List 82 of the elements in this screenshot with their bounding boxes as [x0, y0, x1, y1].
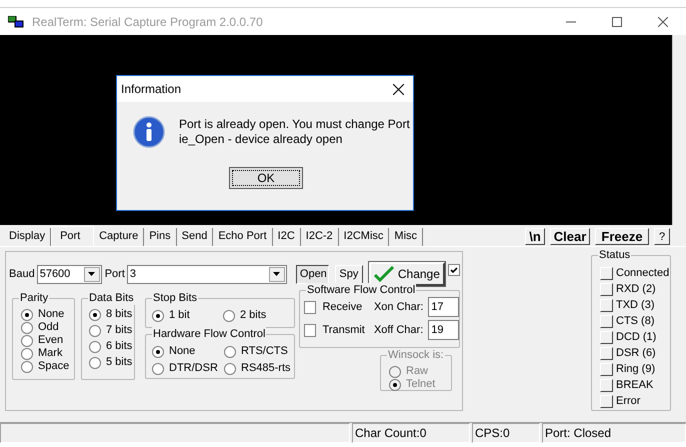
status-text: Char Count:0 [352, 423, 470, 443]
radio-button[interactable] [89, 308, 101, 320]
radio-button[interactable] [89, 340, 101, 352]
information-icon [133, 116, 165, 148]
status-text: CPS:0 [472, 423, 540, 443]
radio-label: 1 bit [169, 308, 190, 324]
input-field[interactable]: 17 [428, 297, 459, 317]
radio-label: RS485-rts [241, 361, 291, 376]
radio-button[interactable] [89, 356, 101, 368]
radio-button[interactable] [89, 324, 101, 336]
radio-button[interactable] [223, 310, 235, 322]
message-text: ie_Open - device already open [179, 132, 344, 147]
radio-label: Odd [38, 320, 59, 335]
group-title: Parity [19, 291, 50, 305]
radio-button[interactable] [224, 346, 236, 358]
close-icon [392, 84, 404, 94]
input-field[interactable]: 19 [428, 320, 459, 340]
radio-button[interactable] [21, 322, 33, 334]
status-text: Port: Closed [542, 423, 686, 443]
field-label: Xoff Char: [374, 322, 424, 338]
status-label: CTS (8) [616, 314, 654, 329]
group-title: Data Bits [88, 291, 135, 305]
close-icon [658, 16, 668, 26]
radio-label: DTR/DSR [169, 361, 218, 376]
field-label: Port [104, 266, 125, 282]
radio-label: 2 bits [240, 308, 266, 324]
status-label: BREAK [616, 378, 654, 393]
status-label: DCD (1) [616, 330, 656, 345]
status-label: Error [616, 394, 640, 409]
radio-button[interactable] [152, 362, 164, 374]
checkbox[interactable] [304, 324, 316, 336]
ok-button[interactable]: OK [229, 167, 303, 189]
toolbar-button[interactable]: \n [525, 228, 545, 245]
status-label: TXD (3) [616, 298, 654, 313]
toolbar-button[interactable]: Freeze [595, 228, 649, 245]
radio-label: 8 bits [106, 307, 132, 322]
field-label: Baud [9, 266, 35, 282]
toolbar-button[interactable]: ? [654, 228, 670, 245]
radio-label: 5 bits [106, 355, 132, 370]
checkmark-icon [374, 266, 394, 282]
open-button[interactable]: Open [296, 264, 329, 284]
dropdown[interactable]: 3 [126, 264, 287, 284]
status-label: RXD (2) [616, 282, 656, 297]
checkbox-label: Receive [322, 300, 364, 315]
caret-icon [88, 272, 96, 276]
radio-label: Mark [38, 346, 62, 361]
radio-label: Space [38, 359, 70, 374]
window-title: RealTerm: Serial Capture Program 2.0.0.70 [32, 14, 264, 30]
spy-button[interactable]: Spy [334, 264, 363, 284]
caret-icon [273, 272, 280, 276]
radio-button[interactable] [21, 334, 33, 346]
message-text: Port is already open. You must change Port [179, 117, 410, 132]
radio-label: Even [38, 333, 64, 348]
toolbar-button[interactable]: Clear [550, 228, 590, 245]
checkbox-label: Transmit [322, 322, 366, 338]
dropdown[interactable]: 57600 [36, 264, 102, 284]
radio-label: Raw [406, 364, 428, 379]
dialog-title: Information [121, 81, 182, 98]
radio-button[interactable] [224, 362, 236, 374]
radio-button[interactable] [21, 348, 33, 360]
status-label: Connected [616, 266, 670, 281]
radio-button[interactable] [152, 346, 164, 358]
radio-button[interactable] [152, 310, 164, 322]
checkbox[interactable] [448, 264, 460, 276]
maximize-icon [612, 16, 622, 26]
radio-label: RTS/CTS [241, 344, 288, 360]
status-label: DSR (6) [616, 346, 656, 361]
scrollbar[interactable] [672, 35, 686, 225]
tab[interactable]: Port [51, 226, 94, 246]
field-label: Xon Char: [374, 300, 424, 315]
group-title: Stop Bits [152, 291, 198, 305]
radio-label: None [38, 307, 64, 322]
radio-label: 6 bits [106, 339, 132, 354]
radio-label: None [169, 344, 196, 360]
change-button[interactable]: Change [368, 262, 445, 286]
radio-label: Telnet [406, 377, 436, 392]
checkbox[interactable] [304, 300, 316, 314]
radio-label: 7 bits [106, 323, 132, 338]
computers-icon [8, 16, 24, 28]
radio-button[interactable] [21, 308, 33, 320]
status-label: Ring (9) [616, 362, 656, 377]
radio-button[interactable] [21, 360, 33, 372]
